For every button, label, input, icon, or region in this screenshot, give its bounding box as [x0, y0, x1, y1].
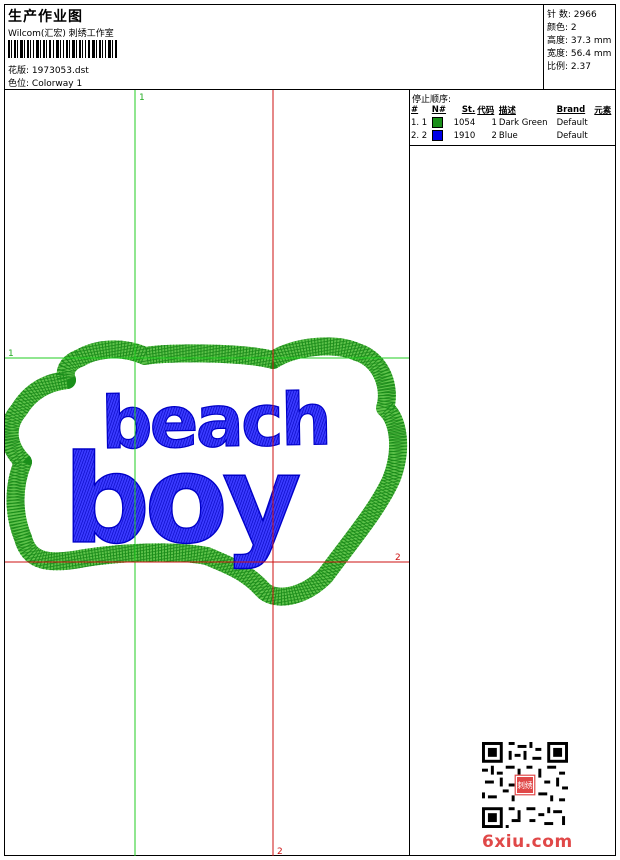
- guide-label-h2: 2: [395, 553, 401, 563]
- color-count-label: 颜色:: [547, 23, 569, 33]
- company-name: Wilcom(汇宏) 刺绣工作室: [8, 29, 114, 39]
- col-header-brand: Brand: [556, 105, 586, 115]
- sheet-header: 生产作业图 Wilcom(汇宏) 刺绣工作室 花版: 1973053.dst 色…: [5, 5, 615, 90]
- stitch-count-value: 2966: [573, 10, 597, 20]
- row-code: 2: [491, 130, 497, 141]
- col-header-element: 元素: [594, 106, 612, 116]
- design-width-value: 56.4 mm: [570, 49, 612, 59]
- row-index: 2. 2: [411, 130, 428, 141]
- design-stats: 针 数: 2966 颜色: 2 高度: 37.3 mm 宽度: 56.4 mm …: [543, 5, 616, 89]
- color-count-value: 2: [570, 23, 577, 33]
- colorway-value: Colorway 1: [31, 79, 83, 89]
- stitch-count: 针 数: 2966: [547, 7, 597, 20]
- table-row: 1. 1 1054 1 Dark Green Default: [410, 116, 615, 129]
- design-preview: beach boy 1 1 2 2: [5, 90, 410, 856]
- swatch-dark-green: [431, 117, 443, 128]
- col-header-stitches: St.: [461, 105, 476, 115]
- row-description: Blue: [498, 130, 518, 141]
- stop-sequence-table: # N# St. 代码 描述 Brand 元素 1. 1 1054 1 Dark…: [410, 104, 615, 142]
- row-element: [593, 116, 615, 129]
- design-width: 宽度: 56.4 mm: [547, 46, 611, 59]
- col-header-index: #: [411, 105, 419, 115]
- row-code: 1: [491, 117, 497, 128]
- qr-code: 刺绣: [482, 742, 568, 828]
- design-ratio-value: 2.37: [570, 62, 591, 72]
- design-height: 高度: 37.3 mm: [547, 33, 611, 46]
- table-header-row: # N# St. 代码 描述 Brand 元素: [410, 104, 615, 116]
- design-file-value: 1973053.dst: [31, 66, 89, 76]
- seal-text: 刺绣: [517, 780, 533, 790]
- row-index: 1. 1: [411, 117, 428, 128]
- guide-label-v1: 1: [139, 93, 145, 103]
- design-height-label: 高度:: [547, 36, 569, 46]
- row-description: Dark Green: [498, 117, 548, 128]
- embroidery-canvas: beach boy 1 1 2 2: [5, 90, 409, 856]
- stop-sequence-panel: 停止顺序: # N# St. 代码 描述 Brand 元素 1. 1 1054: [410, 90, 615, 856]
- table-divider: [410, 145, 615, 146]
- colorway-label: 色位:: [8, 79, 30, 89]
- row-brand: Default: [556, 117, 588, 128]
- color-swatch: [431, 129, 450, 142]
- color-swatch: [431, 116, 450, 129]
- design-width-label: 宽度:: [547, 49, 569, 59]
- row-stitches: 1054: [453, 117, 476, 128]
- design-file-label: 花版:: [8, 66, 30, 76]
- barcode: [8, 40, 117, 58]
- stitch-count-label: 针 数:: [547, 10, 571, 20]
- row-brand: Default: [556, 130, 588, 141]
- design-ratio: 比例: 2.37: [547, 59, 591, 72]
- row-element: [593, 129, 615, 142]
- col-header-code: 代码: [477, 106, 495, 116]
- sheet-title: 生产作业图: [8, 9, 83, 25]
- col-header-description: 描述: [498, 106, 516, 116]
- col-header-needle: N#: [431, 105, 447, 115]
- design-text-boy: boy: [63, 429, 300, 571]
- site-watermark: 6xiu.com: [482, 832, 573, 852]
- colorway-row: 色位: Colorway 1: [8, 76, 82, 89]
- design-ratio-label: 比例:: [547, 62, 569, 72]
- table-row: 2. 2 1910 2 Blue Default: [410, 129, 615, 142]
- guide-label-h1: 1: [8, 349, 14, 359]
- design-file-row: 花版: 1973053.dst: [8, 63, 89, 76]
- row-stitches: 1910: [453, 130, 476, 141]
- guide-label-v2: 2: [277, 847, 283, 856]
- production-sheet: 生产作业图 Wilcom(汇宏) 刺绣工作室 花版: 1973053.dst 色…: [4, 4, 616, 856]
- design-height-value: 37.3 mm: [570, 36, 612, 46]
- color-count: 颜色: 2: [547, 20, 577, 33]
- swatch-blue: [431, 130, 443, 141]
